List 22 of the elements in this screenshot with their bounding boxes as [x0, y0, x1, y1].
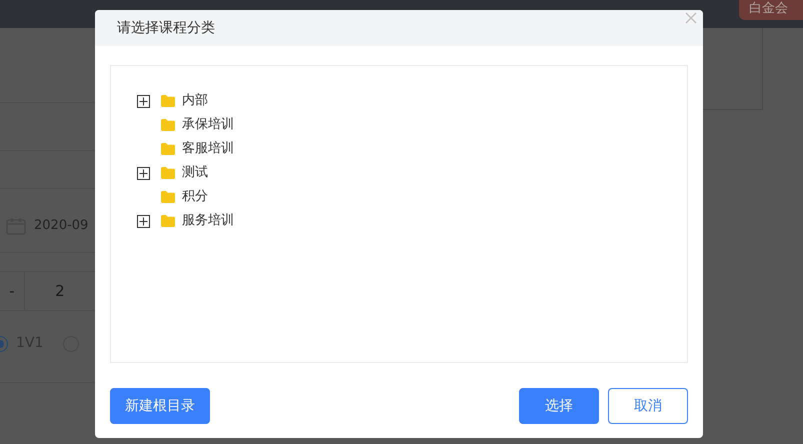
expand-icon[interactable]	[137, 94, 150, 108]
expand-icon[interactable]	[137, 166, 150, 180]
table-cell: -	[0, 272, 25, 310]
dialog-title: 请选择课程分类	[117, 18, 215, 38]
folder-icon	[161, 143, 175, 155]
tree-item[interactable]: 客服培训	[182, 139, 234, 159]
folder-icon	[161, 119, 175, 131]
folder-icon	[161, 167, 175, 179]
folder-icon	[161, 191, 175, 203]
tree-item[interactable]: 承保培训	[182, 115, 234, 135]
tree-item[interactable]: 测试	[182, 163, 208, 183]
tree-item[interactable]: 内部	[182, 91, 208, 111]
tree-item[interactable]: 积分	[182, 187, 208, 207]
tree-item[interactable]: 服务培训	[182, 211, 234, 231]
expand-icon[interactable]	[137, 214, 150, 228]
cancel-button[interactable]: 取消	[608, 388, 688, 424]
folder-icon	[161, 215, 175, 227]
table-cell-text: 2	[54, 280, 66, 302]
folder-icon	[161, 95, 175, 107]
select-button[interactable]: 选择	[519, 388, 599, 424]
member-badge: 白金会	[739, 0, 803, 20]
new-root-button[interactable]: 新建根目录	[110, 388, 210, 424]
